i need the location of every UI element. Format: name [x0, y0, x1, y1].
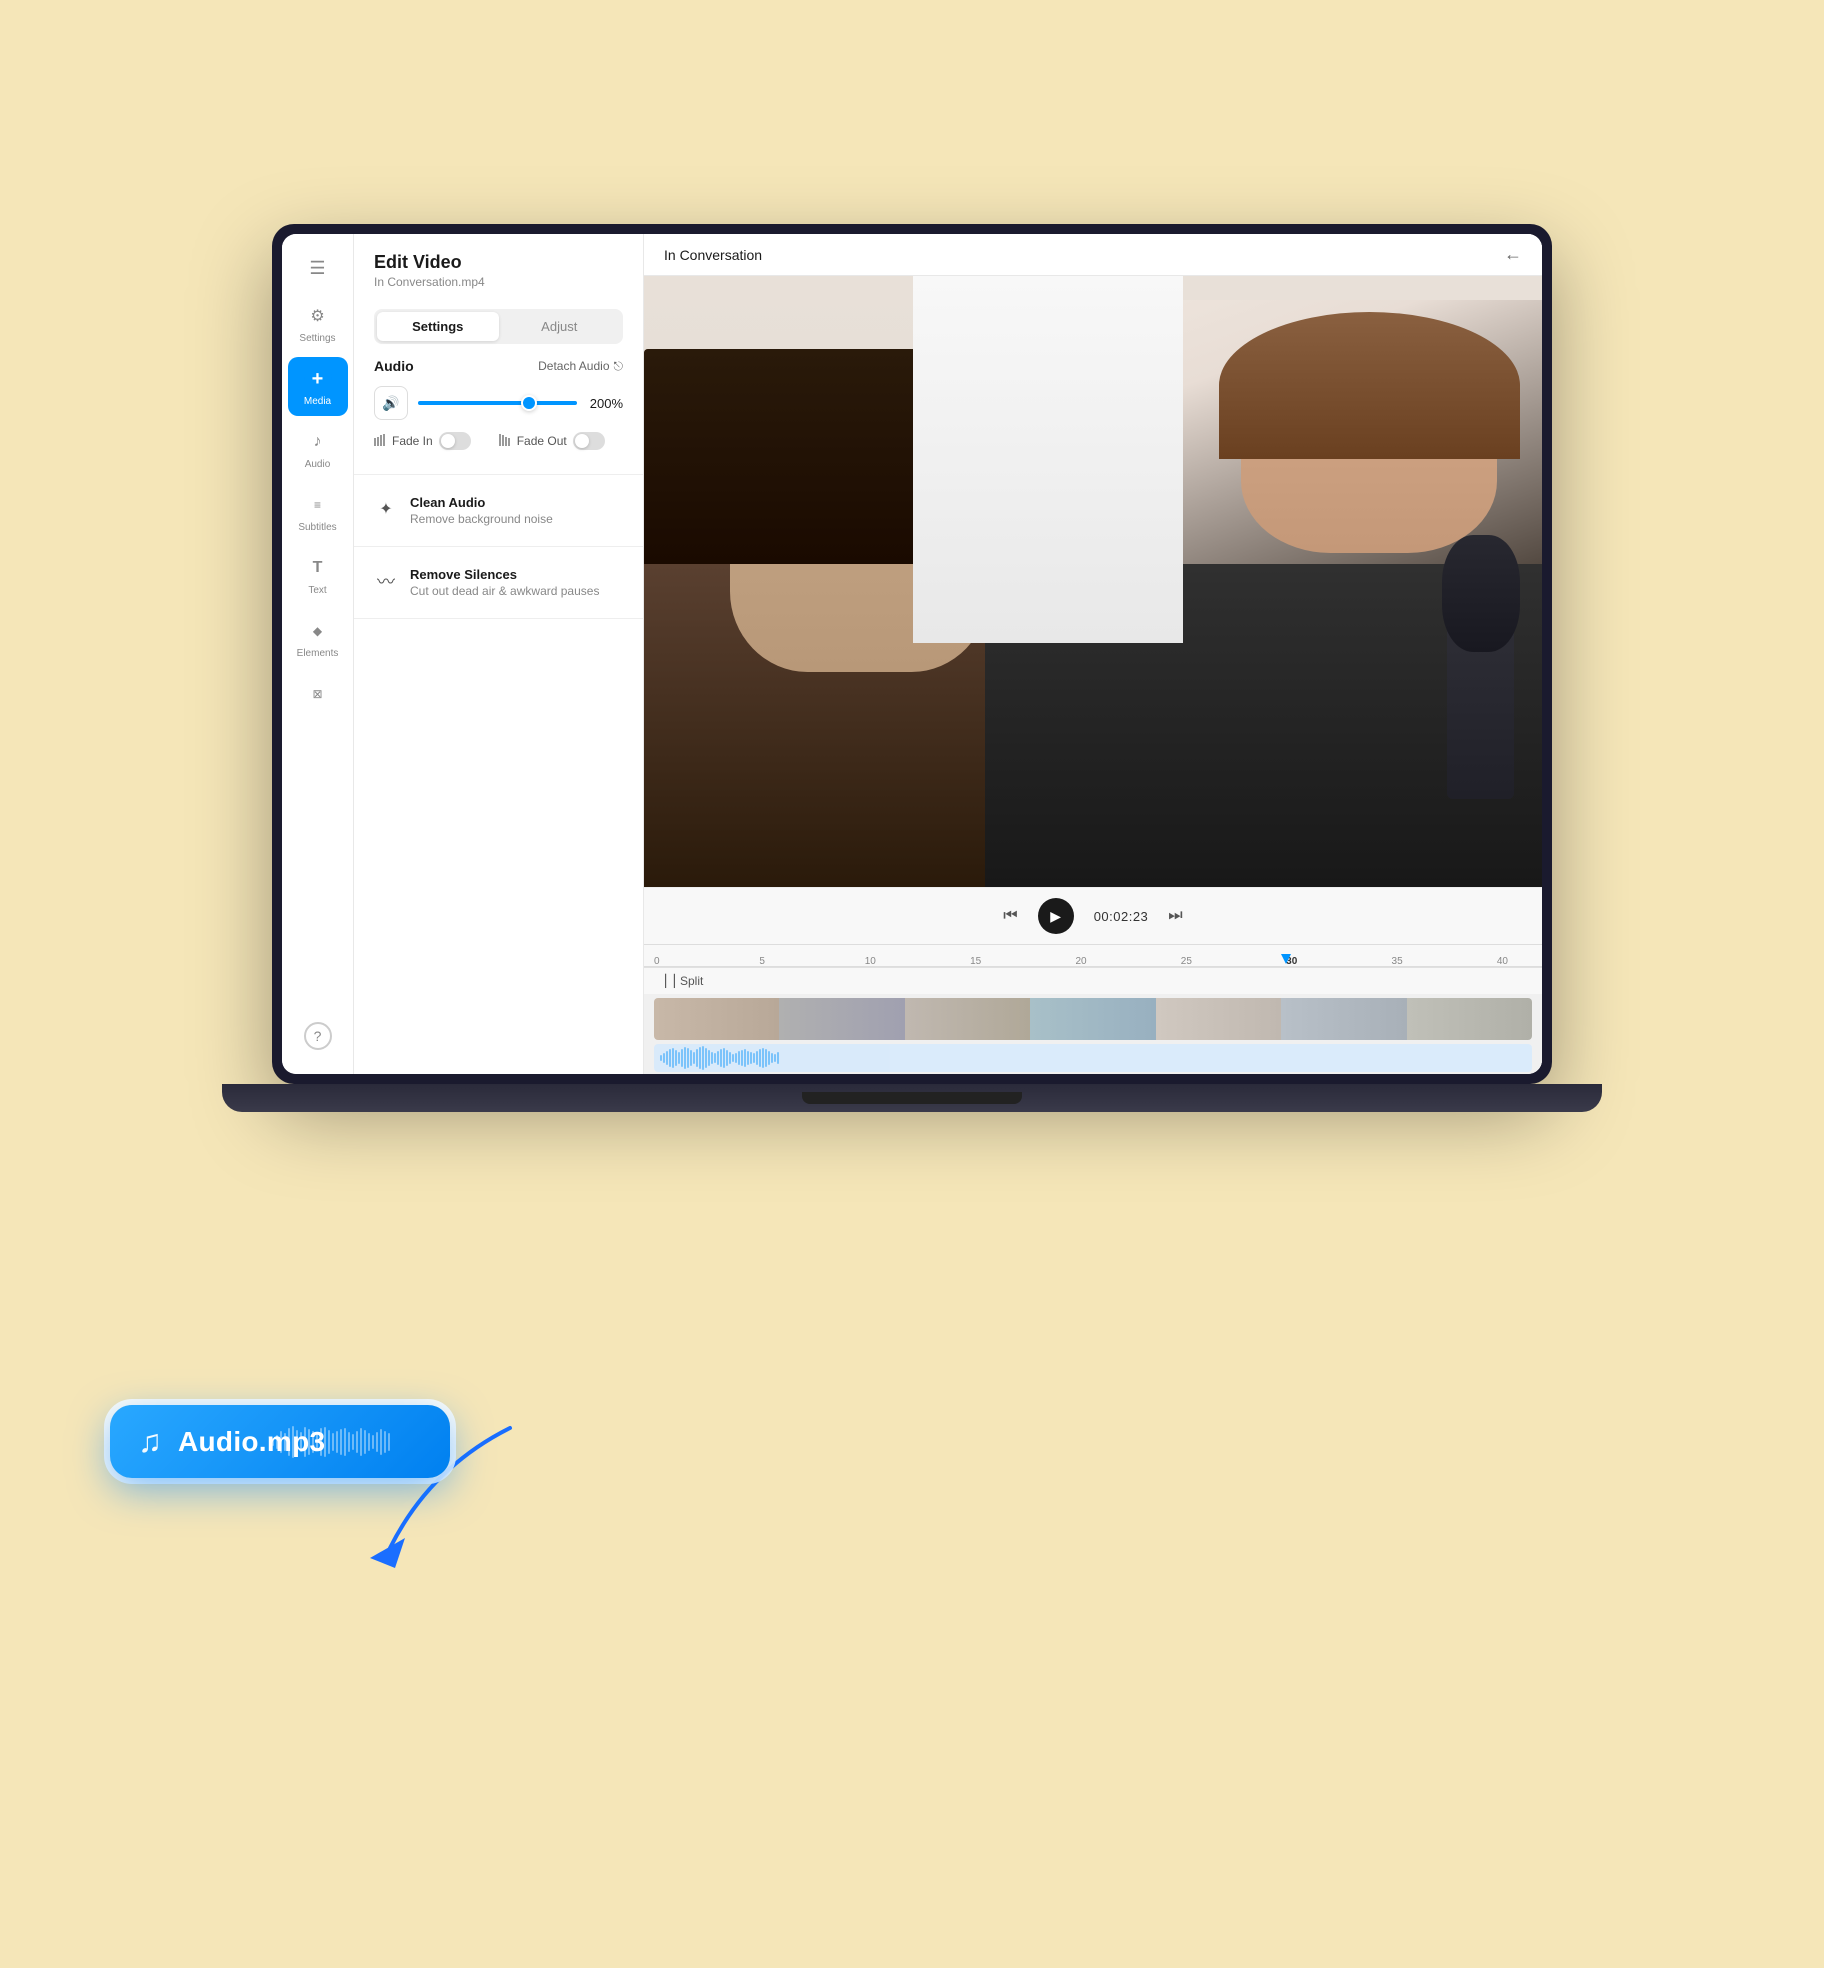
edit-panel-title: Edit Video [374, 252, 623, 273]
video-track[interactable] [644, 994, 1542, 1044]
detach-icon: ⎋ [614, 359, 624, 374]
sidebar-item-media[interactable]: + Media [288, 357, 348, 416]
volume-icon[interactable]: 🔊 [374, 386, 408, 420]
sidebar: ☰ ⚙ Settings + Media ♪ Audio [282, 234, 354, 1074]
fade-row: Fade In [374, 432, 623, 450]
transport-bar: ⏮ ▶ 00:02:23 ⏭ [644, 887, 1542, 944]
slider-track [418, 401, 577, 405]
strip-thumb-5 [1156, 998, 1281, 1040]
help-icon[interactable]: ? [304, 1022, 332, 1050]
fade-in-toggle[interactable] [439, 432, 471, 450]
split-icon: ⎢⎥ [664, 974, 676, 988]
remove-silences-description: Cut out dead air & awkward pauses [410, 584, 599, 598]
preview-header: In Conversation ← [644, 234, 1542, 276]
hamburger-icon: ☰ [304, 254, 332, 282]
bottom-toolbar: ⎢⎥ Split [644, 967, 1542, 994]
strip-thumb-2 [779, 998, 904, 1040]
timeline-area: 0 5 10 15 20 25 30 35 40 [644, 944, 1542, 1074]
clean-audio-title: Clean Audio [410, 495, 553, 510]
audio-track[interactable]: // will be drawn inline [654, 1044, 1532, 1072]
fade-out-icon [499, 434, 513, 448]
audio-section-header: Audio Detach Audio ⎋ [374, 358, 623, 374]
timeline-ruler: 0 5 10 15 20 25 30 35 40 [644, 945, 1542, 967]
sidebar-hamburger[interactable]: ☰ [288, 246, 348, 290]
back-icon[interactable]: ← [1504, 244, 1522, 265]
audio-card: ♫ Audio.mp3 [110, 1405, 450, 1478]
fade-in-item: Fade In [374, 432, 471, 450]
sidebar-item-subtitles[interactable]: ≡ Subtitles [288, 483, 348, 542]
laptop-base [222, 1084, 1602, 1112]
clean-audio-text: Clean Audio Remove background noise [410, 495, 553, 526]
edit-panel-subtitle: In Conversation.mp4 [374, 275, 623, 289]
audio-card-music-icon: ♫ [138, 1423, 162, 1460]
fade-in-label: Fade In [374, 434, 433, 448]
edit-panel: Edit Video In Conversation.mp4 Settings … [354, 234, 644, 1074]
audio-section-title: Audio [374, 358, 414, 374]
sidebar-item-extra[interactable]: ⊠ [288, 672, 348, 716]
split-button[interactable]: ⎢⎥ Split [664, 974, 703, 988]
divider-2 [354, 546, 643, 547]
extra-icon: ⊠ [304, 680, 332, 708]
sidebar-item-elements[interactable]: ◆ Elements [288, 609, 348, 668]
page-wrapper: ☰ ⚙ Settings + Media ♪ Audio [0, 0, 1824, 1968]
screen-content: ☰ ⚙ Settings + Media ♪ Audio [282, 234, 1542, 1074]
strip-thumb-7 [1407, 998, 1532, 1040]
volume-row: 🔊 200% [374, 386, 623, 420]
sidebar-item-text[interactable]: T Text [288, 546, 348, 605]
audio-section: Audio Detach Audio ⎋ 🔊 [354, 358, 643, 468]
subtitles-icon: ≡ [304, 491, 332, 519]
strip-thumb-4 [1030, 998, 1155, 1040]
video-preview [644, 276, 1542, 887]
detach-audio-button[interactable]: Detach Audio ⎋ [538, 359, 623, 374]
divider-1 [354, 474, 643, 475]
remove-silences-title: Remove Silences [410, 567, 599, 582]
remove-silences-text: Remove Silences Cut out dead air & awkwa… [410, 567, 599, 598]
laptop-screen-inner: ☰ ⚙ Settings + Media ♪ Audio [282, 234, 1542, 1074]
volume-slider[interactable] [418, 393, 577, 413]
audio-icon: ♪ [304, 428, 332, 456]
preview-title: In Conversation [664, 247, 762, 263]
video-strip [654, 998, 1532, 1040]
skip-back-button[interactable]: ⏮ [1003, 907, 1017, 925]
volume-percent: 200% [587, 396, 623, 411]
clean-audio-icon: ✦ [374, 497, 398, 521]
fade-out-label: Fade Out [499, 434, 567, 448]
fade-in-icon [374, 434, 388, 448]
sidebar-item-settings[interactable]: ⚙ Settings [288, 294, 348, 353]
tab-row: Settings Adjust [374, 309, 623, 344]
remove-silences-icon: 〰 [374, 569, 398, 593]
fade-out-toggle[interactable] [573, 432, 605, 450]
tab-settings[interactable]: Settings [377, 312, 499, 341]
remove-silences-card[interactable]: 〰 Remove Silences Cut out dead air & awk… [354, 553, 643, 612]
play-button[interactable]: ▶ [1038, 898, 1074, 934]
strip-thumb-3 [905, 998, 1030, 1040]
elements-icon: ◆ [304, 617, 332, 645]
edit-panel-header: Edit Video In Conversation.mp4 [354, 234, 643, 301]
skip-forward-button[interactable]: ⏭ [1168, 907, 1182, 925]
slider-thumb [521, 395, 537, 411]
settings-icon: ⚙ [304, 302, 332, 330]
audio-card-waveform [272, 1422, 391, 1462]
clean-audio-description: Remove background noise [410, 512, 553, 526]
clean-audio-card[interactable]: ✦ Clean Audio Remove background noise [354, 481, 643, 540]
divider-3 [354, 618, 643, 619]
laptop-screen-bezel: ☰ ⚙ Settings + Media ♪ Audio [272, 224, 1552, 1084]
laptop-hinge [802, 1092, 1022, 1104]
sidebar-item-audio[interactable]: ♪ Audio [288, 420, 348, 479]
fade-out-item: Fade Out [499, 432, 605, 450]
strip-thumb-1 [654, 998, 779, 1040]
right-area: In Conversation ← [644, 234, 1542, 1074]
time-display: 00:02:23 [1094, 909, 1149, 924]
tab-adjust[interactable]: Adjust [499, 312, 621, 341]
text-icon: T [304, 554, 332, 582]
strip-thumb-6 [1281, 998, 1406, 1040]
audio-waveform [660, 1044, 1526, 1072]
media-icon: + [304, 365, 332, 393]
